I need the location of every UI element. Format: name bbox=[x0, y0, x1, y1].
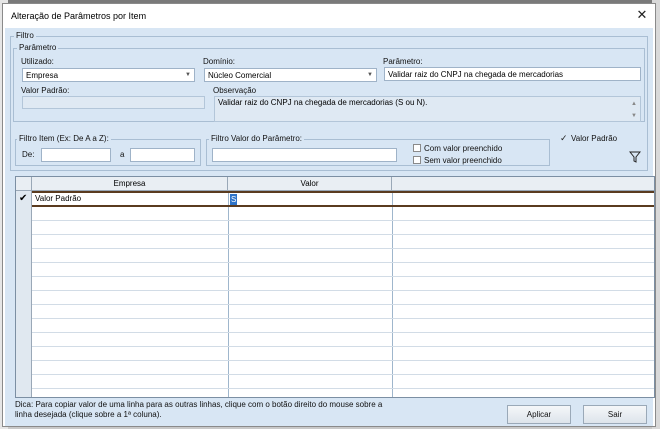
dialog-client: Filtro Parâmetro Utilizado: Empresa ▼ Do… bbox=[5, 28, 655, 426]
exit-button[interactable]: Sair bbox=[583, 405, 647, 424]
column-divider bbox=[228, 191, 229, 397]
cell-valor[interactable]: S bbox=[230, 194, 238, 205]
dominio-select[interactable]: Núcleo Comercial ▼ bbox=[204, 68, 377, 82]
hint-text: Dica: Para copiar valor de uma linha par… bbox=[15, 400, 383, 419]
com-valor-label: Com valor preenchido bbox=[424, 144, 503, 153]
title-bar: Alteração de Parâmetros por Item ✕ bbox=[3, 4, 655, 28]
parametro-value: Validar raiz do CNPJ na chegada de merca… bbox=[388, 70, 564, 79]
observacao-scrollbar[interactable]: ▲ ▼ bbox=[629, 98, 639, 121]
column-divider bbox=[392, 191, 393, 397]
valor-padrao-field bbox=[22, 96, 205, 109]
valor-padrao-checkbox[interactable]: ✓ bbox=[560, 134, 568, 143]
column-header-empresa[interactable]: Empresa bbox=[32, 177, 228, 191]
observacao-label: Observação bbox=[213, 86, 257, 95]
scroll-down-icon[interactable]: ▼ bbox=[629, 110, 639, 121]
a-label: a bbox=[120, 150, 125, 159]
close-icon[interactable]: ✕ bbox=[635, 8, 649, 22]
row-check-icon[interactable]: ✔ bbox=[19, 193, 27, 204]
column-header-blank bbox=[392, 177, 654, 191]
parametro-group-label: Parâmetro bbox=[17, 43, 59, 52]
valor-padrao-check-label: Valor Padrão bbox=[571, 134, 618, 143]
observacao-field: Validar raiz do CNPJ na chegada de merca… bbox=[214, 96, 641, 122]
grid-corner bbox=[16, 177, 32, 191]
column-header-valor[interactable]: Valor bbox=[228, 177, 392, 191]
utilizado-select[interactable]: Empresa ▼ bbox=[22, 68, 195, 82]
filtro-valor-label: Filtro Valor do Parâmetro: bbox=[209, 134, 304, 143]
filtro-item-label: Filtro Item (Ex: De A a Z): bbox=[17, 134, 111, 143]
row-indicator-column bbox=[16, 191, 32, 397]
column-header-valor-label: Valor bbox=[300, 179, 319, 188]
a-input[interactable] bbox=[130, 148, 195, 162]
scroll-up-icon[interactable]: ▲ bbox=[629, 98, 639, 110]
cell-empresa[interactable]: Valor Padrão bbox=[35, 192, 81, 205]
funnel-icon[interactable] bbox=[629, 151, 641, 163]
active-row-top-border bbox=[32, 191, 654, 193]
sem-valor-label: Sem valor preenchido bbox=[424, 156, 502, 165]
column-header-empresa-label: Empresa bbox=[113, 179, 146, 188]
dominio-value: Núcleo Comercial bbox=[208, 71, 272, 80]
sem-valor-checkbox[interactable] bbox=[413, 156, 421, 164]
item-grid: Empresa Valor ✔ Valor Padrão S bbox=[15, 176, 655, 398]
utilizado-label: Utilizado: bbox=[21, 57, 54, 66]
filtro-group-label: Filtro bbox=[14, 31, 36, 40]
dialog-window: Alteração de Parâmetros por Item ✕ Filtr… bbox=[2, 3, 656, 427]
parametro-field[interactable]: Validar raiz do CNPJ na chegada de merca… bbox=[384, 67, 641, 81]
de-label: De: bbox=[22, 150, 35, 159]
dominio-label: Domínio: bbox=[203, 57, 236, 66]
utilizado-value: Empresa bbox=[26, 71, 59, 80]
parametro-label: Parâmetro: bbox=[383, 57, 423, 66]
apply-button[interactable]: Aplicar bbox=[507, 405, 571, 424]
observacao-value: Validar raiz do CNPJ na chegada de merca… bbox=[218, 98, 428, 107]
window-title: Alteração de Parâmetros por Item bbox=[11, 11, 147, 21]
filtro-valor-input[interactable] bbox=[212, 148, 397, 162]
chevron-down-icon[interactable]: ▼ bbox=[183, 70, 193, 81]
valor-padrao-label: Valor Padrão: bbox=[21, 86, 70, 95]
chevron-down-icon[interactable]: ▼ bbox=[365, 70, 375, 81]
active-row-bottom-border bbox=[32, 205, 654, 207]
com-valor-checkbox[interactable] bbox=[413, 144, 421, 152]
de-input[interactable] bbox=[41, 148, 111, 162]
